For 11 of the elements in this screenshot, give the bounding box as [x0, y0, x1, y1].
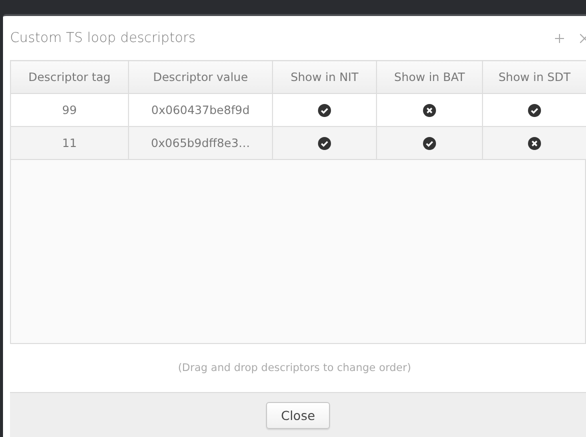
add-icon[interactable]: [555, 34, 564, 42]
dialog-title: Custom TS loop descriptors: [10, 30, 197, 46]
column-header[interactable]: Show in BAT: [376, 60, 482, 94]
column-header[interactable]: Descriptor value: [128, 60, 272, 94]
hint-text: (Drag and drop descriptors to change order): [178, 362, 412, 374]
column-header[interactable]: Show in NIT: [272, 60, 376, 94]
close-button[interactable]: Close: [266, 402, 330, 428]
column-header[interactable]: Show in SDT: [482, 60, 586, 94]
table-cell: 0x065b9dff8e3…: [128, 126, 272, 160]
column-header[interactable]: Descriptor tag: [10, 60, 128, 94]
table-cell: 11: [10, 126, 128, 160]
